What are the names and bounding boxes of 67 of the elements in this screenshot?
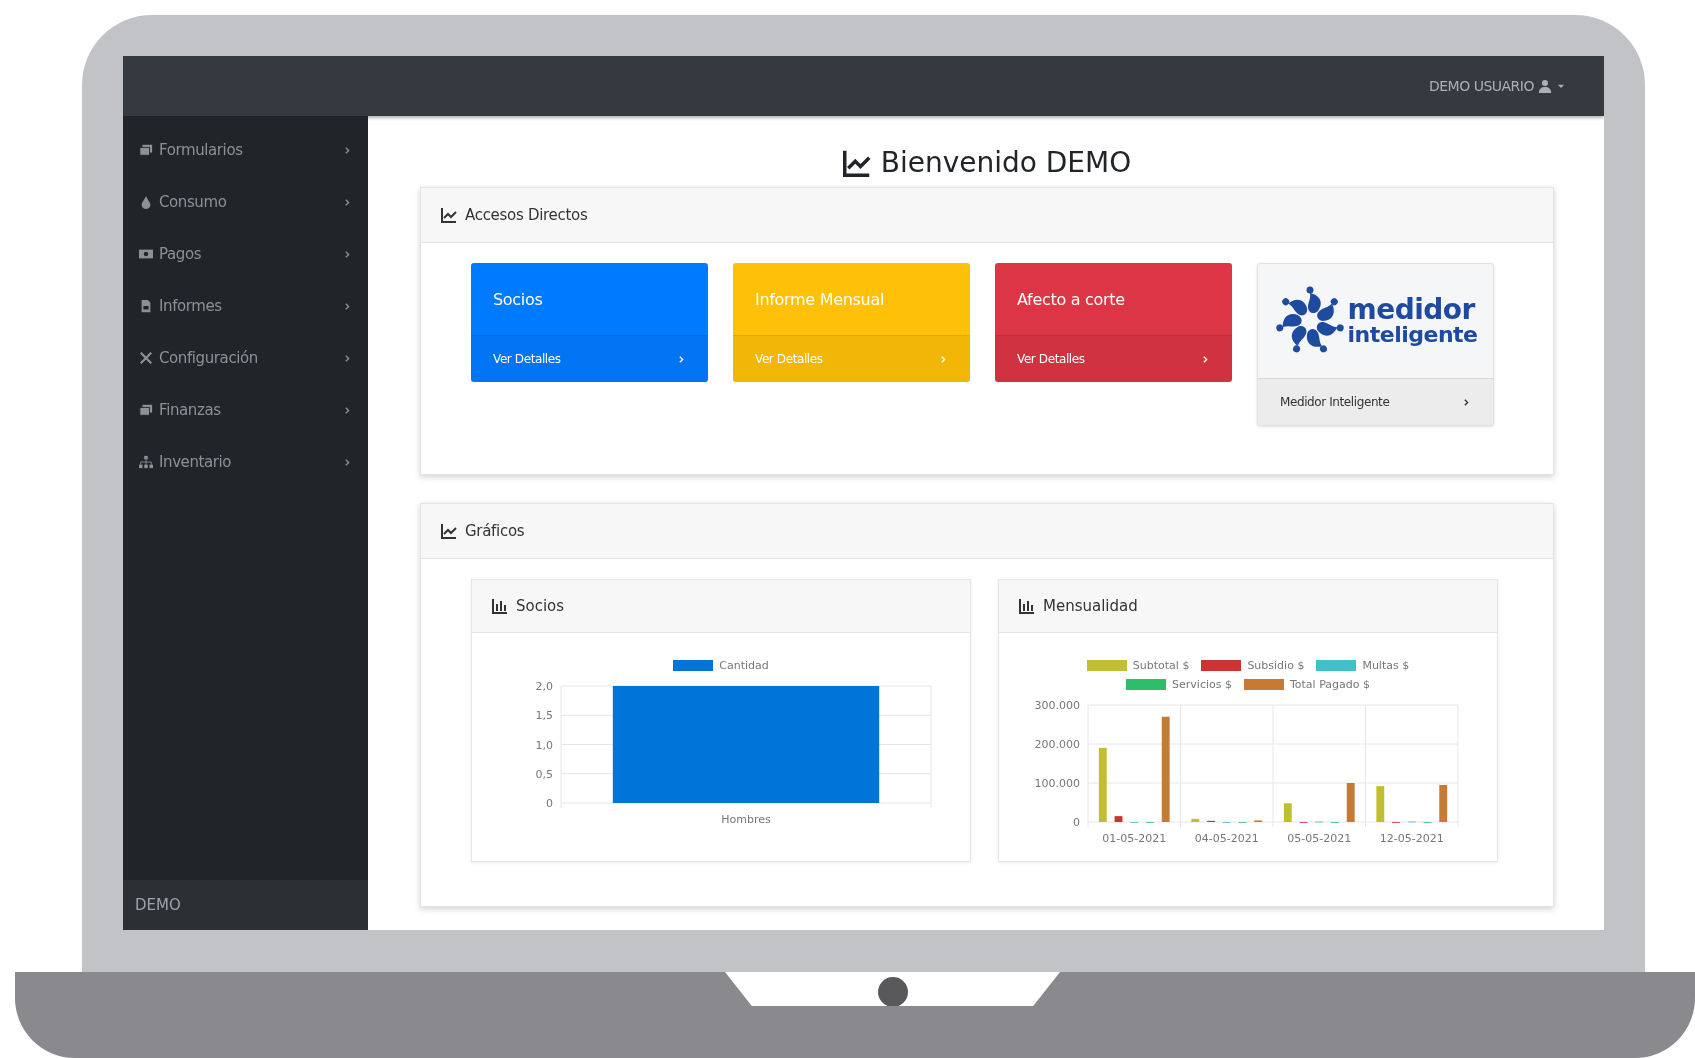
chevron-right-icon	[343, 301, 352, 311]
forms-icon	[139, 143, 153, 157]
tile-title: Socios	[492, 288, 544, 311]
legend-label: Cantidad	[719, 659, 769, 672]
forms-icon	[139, 403, 153, 417]
axis-tick-label: 0	[546, 797, 553, 810]
axis-category-label: 12-05-2021	[1379, 832, 1444, 845]
details-link[interactable]: Ver Detalles	[471, 335, 708, 382]
axis-tick-label: 0	[1073, 816, 1080, 829]
sidebar-item[interactable]: Informes	[123, 280, 368, 332]
axis-category-label: 05-05-2021	[1287, 832, 1352, 845]
chevron-right-icon	[343, 197, 352, 207]
page-title-text: Bienvenido DEMO	[880, 146, 1132, 179]
user-icon	[1538, 79, 1552, 93]
axis-tick-label: 100.000	[1034, 777, 1080, 790]
line-chart-icon	[842, 148, 871, 177]
axis-category-label: 04-05-2021	[1194, 832, 1259, 845]
axis-tick-label: 0,5	[535, 767, 553, 781]
trackpad-dot	[878, 977, 908, 1007]
axis-tick-label: 200.000	[1034, 738, 1080, 751]
file-icon	[139, 299, 153, 313]
axis-tick-label: 1,0	[535, 738, 553, 752]
sidebar-item[interactable]: Formularios	[123, 124, 368, 176]
axis-category-label: Hombres	[721, 813, 771, 826]
card-title: Accesos Directos	[465, 206, 588, 224]
line-chart-icon	[441, 207, 457, 223]
sidebar-footer: DEMO	[123, 880, 368, 930]
tile-title: Afecto a corte	[1016, 288, 1126, 311]
sidebar-item[interactable]: Pagos	[123, 228, 368, 280]
axis-tick-label: 2,0	[535, 680, 553, 693]
drop-icon	[139, 195, 153, 209]
axis-tick-label: 1,5	[535, 709, 553, 723]
axis-category-label: 01-05-2021	[1102, 832, 1167, 845]
chevron-right-icon	[343, 145, 352, 155]
legend-label: Subsidio $	[1247, 659, 1305, 672]
legend-label: Subtotal $	[1132, 659, 1190, 672]
sidebar-item[interactable]: Inventario	[123, 436, 368, 488]
details-link[interactable]: Medidor Inteligente	[1258, 378, 1493, 425]
bar-chart-icon	[1019, 598, 1035, 614]
legend-label: Total Pagado $	[1289, 678, 1370, 691]
card-title: Gráficos	[465, 522, 525, 540]
sidebar-item[interactable]: Consumo	[123, 176, 368, 228]
logo-text: medidor	[1347, 296, 1477, 324]
tile-title: Informe Mensual	[754, 288, 886, 311]
legend-label: Servicios $	[1172, 678, 1232, 691]
line-chart-icon	[441, 523, 457, 539]
panel-title: Socios	[516, 597, 565, 615]
chevron-right-icon	[343, 457, 352, 467]
legend-label: Multas $	[1362, 659, 1410, 672]
sitemap-icon	[139, 455, 153, 469]
chevron-right-icon	[343, 249, 352, 259]
chevron-right-icon	[1462, 397, 1471, 407]
details-link[interactable]: Ver Detalles	[995, 335, 1232, 382]
chevron-right-icon	[677, 354, 686, 364]
sidebar-item[interactable]: Finanzas	[123, 384, 368, 436]
chevron-right-icon	[939, 354, 948, 364]
bar-chart-icon	[492, 598, 508, 614]
panel-title: Mensualidad	[1043, 597, 1138, 615]
banknote-icon	[139, 247, 153, 261]
sidebar-item[interactable]: Configuración	[123, 332, 368, 384]
axis-tick-label: 300.000	[1034, 699, 1080, 712]
chevron-right-icon	[1201, 354, 1210, 364]
user-menu-button[interactable]: DEMO USUARIO	[1429, 74, 1566, 98]
tools-icon	[139, 351, 153, 365]
logo-text: inteligente	[1347, 324, 1478, 346]
chevron-right-icon	[343, 405, 352, 415]
chevron-right-icon	[343, 353, 352, 363]
